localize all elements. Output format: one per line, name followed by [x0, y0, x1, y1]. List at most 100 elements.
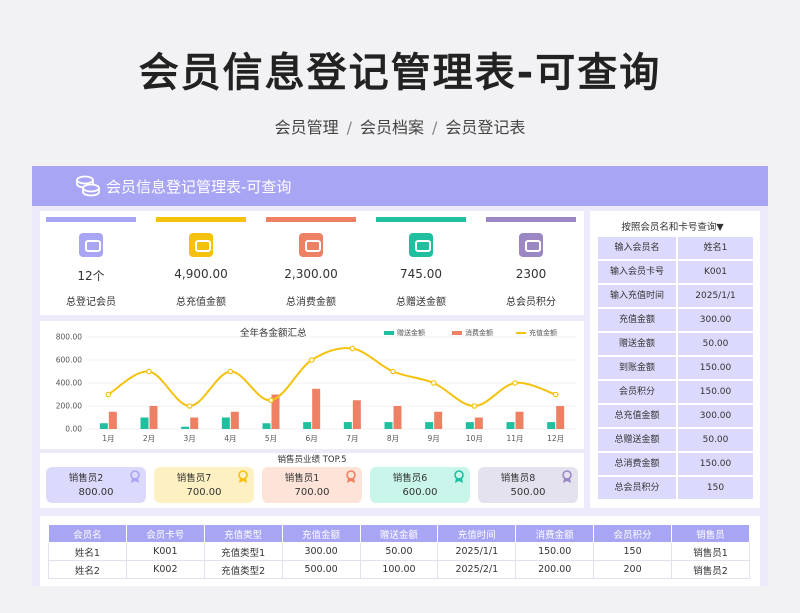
card-icon: [189, 233, 213, 257]
card-icon: [299, 233, 323, 257]
medal-icon: [346, 470, 356, 483]
table-cell[interactable]: 50.00: [359, 542, 439, 561]
card-icon: [519, 233, 543, 257]
query-row: 总会员积分 150: [598, 477, 753, 499]
line-point: [186, 403, 193, 409]
table-cell[interactable]: 2025/2/1: [437, 560, 517, 579]
line-point: [146, 368, 152, 375]
kpi-total-points: 2300 总会员积分: [486, 211, 576, 311]
line-point: [430, 380, 437, 386]
table-cell[interactable]: 300.00: [281, 542, 361, 561]
salesperson-amount: 800.00: [78, 487, 114, 498]
kpi-label: 总登记会员: [66, 297, 116, 308]
y-tick-label: 800.00: [56, 333, 82, 342]
query-key: 到账金额: [598, 357, 676, 379]
bar-consumption: [312, 388, 321, 429]
breadcrumb-separator: /: [346, 118, 352, 137]
column-header[interactable]: 会员积分: [593, 524, 672, 543]
top5-title: 销售员业绩 TOP.5: [277, 455, 347, 465]
kpi-bar: [376, 217, 466, 222]
table-cell[interactable]: 充值类型2: [203, 560, 283, 579]
query-row: 赠送金额 50.00: [598, 333, 753, 355]
column-header[interactable]: 充值类型: [203, 524, 283, 543]
query-row: 总赠送金额 50.00: [598, 429, 753, 451]
table-cell[interactable]: 销售员2: [671, 560, 750, 579]
x-tick-label: 5月: [265, 434, 277, 443]
top5-card: 销售员6 600.00: [370, 467, 470, 503]
x-tick-label: 1月: [102, 434, 114, 443]
column-header[interactable]: 消费金额: [515, 524, 595, 543]
table-panel: 会员名 会员卡号 充值类型 充值金额 赠送金额 充值时间 消费金额 会员积分 销…: [40, 516, 760, 586]
column-header[interactable]: 赠送金额: [359, 524, 439, 543]
table-cell[interactable]: 充值类型1: [203, 542, 283, 561]
query-key: 总充值金额: [598, 405, 676, 427]
table-row[interactable]: 姓名2 K002 充值类型2 500.00 100.00 2025/2/1 20…: [48, 560, 750, 579]
query-panel: 按照会员名和卡号查询▼ 输入会员名 姓名1 输入会员卡号 K001 输入充值时间 20…: [590, 211, 760, 508]
line-point: [268, 397, 274, 404]
bar-gift: [221, 417, 230, 429]
query-key: 充值金额: [598, 309, 676, 331]
query-row: 输入会员卡号 K001: [598, 261, 753, 283]
line-point: [227, 368, 234, 375]
kpi-value: 2,300.00: [284, 267, 338, 281]
x-tick-label: 10月: [466, 434, 483, 443]
column-header[interactable]: 充值金额: [281, 524, 361, 543]
kpi-bar: [266, 217, 356, 222]
column-header[interactable]: 会员卡号: [125, 524, 205, 543]
table-cell[interactable]: 姓名2: [48, 560, 127, 579]
query-row: 总充值金额 300.00: [598, 405, 753, 427]
bar-gift: [343, 422, 352, 429]
member-name-input[interactable]: 姓名1: [678, 237, 753, 259]
query-row: 输入充值时间 2025/1/1: [598, 285, 753, 307]
kpi-bar: [46, 217, 136, 222]
table-cell[interactable]: 姓名1: [48, 542, 127, 561]
breadcrumb-item-3[interactable]: 会员登记表: [445, 118, 525, 137]
line-point: [552, 391, 559, 398]
kpi-total-consumption: 2,300.00 总消费金额: [266, 211, 356, 311]
y-tick-label: 0.00: [65, 425, 82, 434]
bar-consumption: [474, 417, 483, 429]
query-key: 输入充值时间: [598, 285, 676, 307]
table-cell[interactable]: 150.00: [515, 542, 595, 561]
kpi-label: 总会员积分: [506, 297, 556, 308]
x-tick-label: 3月: [184, 434, 196, 443]
table-cell[interactable]: 销售员1: [671, 542, 750, 561]
table-cell[interactable]: 100.00: [359, 560, 439, 579]
breadcrumb-item-2[interactable]: 会员档案: [360, 118, 424, 137]
query-key: 输入会员名: [598, 237, 676, 259]
recharge-time-input[interactable]: 2025/1/1: [678, 285, 753, 307]
line-point: [512, 380, 518, 386]
banner-title: 会员信息登记管理表-可查询: [106, 178, 292, 196]
x-tick-label: 4月: [224, 434, 236, 443]
breadcrumb-item-1[interactable]: 会员管理: [275, 118, 339, 137]
x-tick-label: 2月: [143, 434, 155, 443]
table-cell[interactable]: 200: [593, 560, 672, 579]
y-tick-label: 400.00: [56, 379, 82, 388]
bar-gift: [384, 422, 393, 429]
query-row: 到账金额 150.00: [598, 357, 753, 379]
column-header[interactable]: 销售员: [671, 524, 750, 543]
query-key: 总消费金额: [598, 453, 676, 475]
query-dropdown[interactable]: 按照会员名和卡号查询▼: [590, 219, 755, 233]
table-row[interactable]: 姓名1 K001 充值类型1 300.00 50.00 2025/1/1 150…: [48, 542, 750, 561]
top5-panel: 销售员业绩 TOP.5 销售员2 800.00 销售员7 700.00 销售员1…: [40, 453, 584, 508]
table-cell[interactable]: K001: [125, 542, 205, 561]
column-header[interactable]: 会员名: [48, 524, 127, 543]
bar-consumption: [190, 417, 199, 429]
kpi-total-gift: 745.00 总赠送金额: [376, 211, 466, 311]
table-cell[interactable]: 500.00: [281, 560, 361, 579]
table-cell[interactable]: K002: [125, 560, 205, 579]
medal-icon: [562, 470, 572, 483]
salesperson-amount: 600.00: [402, 487, 438, 498]
card-number-input[interactable]: K001: [678, 261, 753, 283]
kpi-value: 745.00: [400, 267, 442, 281]
table-cell[interactable]: 2025/1/1: [437, 542, 517, 561]
dashboard-sheet: 会员信息登记管理表-可查询 12个 总登记会员 4,900.00 总充值金额 2…: [32, 166, 768, 586]
query-key: 总会员积分: [598, 477, 676, 499]
kpi-value: 12个: [77, 269, 105, 283]
table-cell[interactable]: 200.00: [515, 560, 595, 579]
table-cell[interactable]: 150: [593, 542, 672, 561]
salesperson-name: 销售员6: [392, 473, 428, 484]
column-header[interactable]: 充值时间: [437, 524, 517, 543]
query-value: 150.00: [678, 357, 753, 379]
